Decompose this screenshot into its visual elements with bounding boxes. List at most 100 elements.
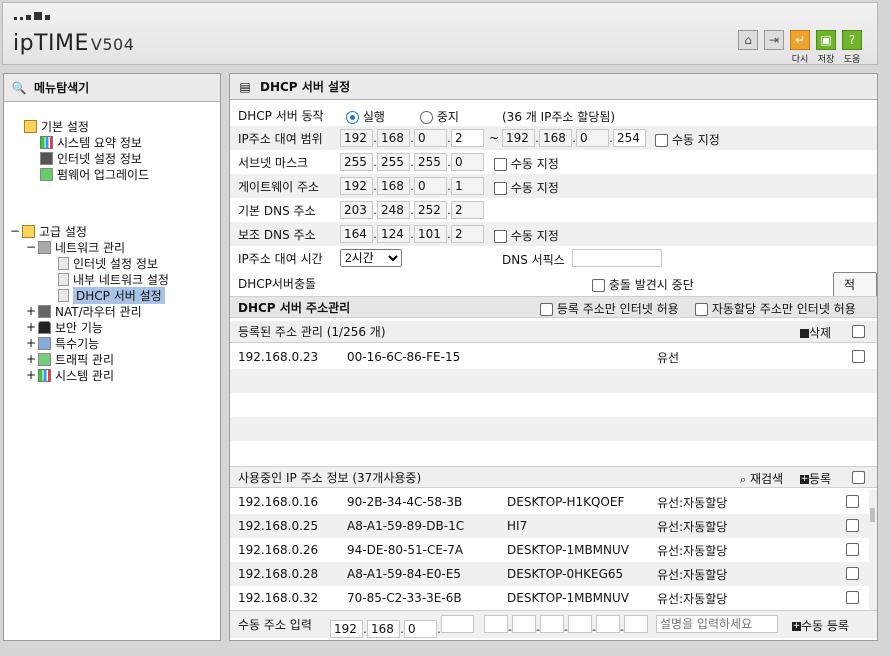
manual-ip-octet3[interactable]: 0 (404, 620, 437, 638)
tree-special-features[interactable]: + 특수기능 (26, 335, 99, 351)
dns1-octet1[interactable]: 203 (340, 201, 373, 219)
delete-button[interactable]: 삭제 (800, 324, 831, 341)
manual-ip-octet2[interactable]: 168 (367, 620, 400, 638)
tree-system-mgmt[interactable]: + 시스템 관리 (26, 367, 114, 383)
tree-internet-info[interactable]: 인터넷 설정 정보 (40, 150, 142, 166)
plus-icon: + (792, 621, 801, 631)
in-use-select-all[interactable] (852, 471, 865, 484)
range-end-octet4[interactable]: 254 (613, 129, 646, 147)
row-checkbox[interactable] (846, 519, 859, 532)
tree-network-mgmt[interactable]: − 네트워크 관리 (26, 239, 125, 255)
expand-icon[interactable]: + (26, 304, 36, 318)
mac-cell: A8-A1-59-89-DB-1C (347, 519, 465, 533)
range-end-octet1[interactable]: 192 (502, 129, 535, 147)
dns2-octet3[interactable]: 101 (414, 225, 447, 243)
tree-basic-settings[interactable]: 기본 설정 (24, 118, 89, 134)
gateway-octet4[interactable]: 1 (451, 177, 484, 195)
dns1-octet3[interactable]: 252 (414, 201, 447, 219)
conflict-stop-checkbox[interactable]: 충돌 발견시 중단 (592, 276, 694, 293)
help-button[interactable]: ? 도움 (841, 30, 863, 65)
subnet-octet3[interactable]: 255 (414, 153, 447, 171)
tree-dhcp-server[interactable]: DHCP 서버 설정 (58, 286, 165, 304)
manual-register-button[interactable]: +수동 등록 (792, 617, 849, 634)
row-checkbox[interactable] (846, 543, 859, 556)
dns-suffix-label: DNS 서픽스 (502, 253, 565, 267)
type-cell: 유선:자동할당 (657, 567, 728, 582)
gateway-octet2[interactable]: 168 (377, 177, 410, 195)
ip-cell: 192.168.0.32 (238, 591, 319, 605)
tree-security[interactable]: + 보안 기능 (26, 319, 103, 335)
table-row[interactable]: 192.168.0.16 90-2B-34-4C-58-3B DESKTOP-H… (230, 490, 877, 514)
logout-button[interactable]: ⇥ (763, 30, 785, 52)
manual-ip-octet1[interactable]: 192 (330, 620, 363, 638)
table-row[interactable]: 192.168.0.25 A8-A1-59-89-DB-1C HI7 유선:자동… (230, 514, 877, 538)
home-button[interactable]: ⌂ (737, 30, 759, 52)
tree-advanced-settings[interactable]: − 고급 설정 (10, 223, 87, 239)
page-icon (58, 272, 69, 286)
stop-radio[interactable]: 중지 (420, 108, 459, 125)
tree-system-summary[interactable]: 시스템 요약 정보 (40, 134, 142, 150)
collapse-icon[interactable]: − (10, 224, 20, 238)
row-checkbox[interactable] (846, 495, 859, 508)
in-use-scrollbar[interactable] (869, 490, 877, 610)
dns2-octet1[interactable]: 164 (340, 225, 373, 243)
range-manual-checkbox[interactable]: 수동 지정 (655, 131, 720, 148)
range-start-octet4[interactable]: 2 (451, 129, 484, 147)
dns2-octet4[interactable]: 2 (451, 225, 484, 243)
range-start-octet2[interactable]: 168 (377, 129, 410, 147)
range-start-octet3[interactable]: 0 (414, 129, 447, 147)
expand-icon[interactable]: + (26, 336, 36, 350)
subnet-manual-checkbox[interactable]: 수동 지정 (494, 155, 559, 172)
range-end-octet3[interactable]: 0 (576, 129, 609, 147)
row-checkbox[interactable] (846, 591, 859, 604)
logout-icon: ⇥ (764, 30, 784, 50)
expand-icon[interactable]: + (26, 368, 36, 382)
subnet-octet2[interactable]: 255 (377, 153, 410, 171)
rescan-button[interactable]: ⌕ 재검색 (740, 470, 783, 487)
table-row[interactable]: 192.168.0.32 70-85-C2-33-3E-6B DESKTOP-1… (230, 586, 877, 610)
dns1-octet2[interactable]: 248 (377, 201, 410, 219)
retry-button[interactable]: ↵ 다시 (789, 30, 811, 65)
ip-cell: 192.168.0.23 (238, 350, 319, 364)
dns2-octet2[interactable]: 124 (377, 225, 410, 243)
subnet-octet1[interactable]: 255 (340, 153, 373, 171)
gateway-manual-checkbox[interactable]: 수동 지정 (494, 179, 559, 196)
subnet-octet4[interactable]: 0 (451, 153, 484, 171)
mac-cell: 00-16-6C-86-FE-15 (347, 350, 461, 364)
dns2-manual-checkbox[interactable]: 수동 지정 (494, 227, 559, 244)
save-button[interactable]: ▣ 저장 (815, 30, 837, 65)
expand-icon[interactable]: + (26, 320, 36, 334)
table-row[interactable]: 192.168.0.28 A8-A1-59-84-E0-E5 DESKTOP-0… (230, 562, 877, 586)
dns1-octet4[interactable]: 2 (451, 201, 484, 219)
description-input[interactable] (656, 615, 778, 633)
range-start-octet1[interactable]: 192 (340, 129, 373, 147)
row-checkbox[interactable] (852, 350, 865, 363)
row-checkbox[interactable] (846, 567, 859, 580)
tree-nat-router[interactable]: + NAT/라우터 관리 (26, 303, 142, 319)
register-button[interactable]: +등록 (800, 470, 831, 487)
network-icon (38, 240, 51, 254)
manual-ip-octet4[interactable] (441, 615, 474, 633)
tree-firmware-upgrade[interactable]: 펌웨어 업그레이드 (40, 166, 149, 182)
name-cell: DESKTOP-1MBMNUV (507, 591, 629, 605)
registered-select-all[interactable] (852, 325, 865, 338)
menu-explorer-title: 🔍 메뉴탐색기 (4, 74, 220, 102)
ip-cell: 192.168.0.26 (238, 543, 319, 557)
gateway-octet1[interactable]: 192 (340, 177, 373, 195)
tree-lan-settings[interactable]: 내부 네트워크 설정 (58, 271, 169, 287)
tree-traffic-mgmt[interactable]: + 트래픽 관리 (26, 351, 114, 367)
gateway-octet3[interactable]: 0 (414, 177, 447, 195)
lock-icon (38, 320, 51, 334)
registered-only-checkbox[interactable]: 등록 주소만 인터넷 허용 (540, 300, 679, 317)
expand-icon[interactable]: + (26, 352, 36, 366)
table-row[interactable]: 192.168.0.26 94-DE-80-51-CE-7A DESKTOP-1… (230, 538, 877, 562)
collapse-icon[interactable]: − (26, 240, 36, 254)
lease-time-select[interactable]: 2시간 (340, 249, 402, 267)
tree-internet-settings[interactable]: 인터넷 설정 정보 (58, 255, 158, 271)
table-row[interactable]: 192.168.0.23 00-16-6C-86-FE-15 유선 (230, 345, 877, 369)
home-icon: ⌂ (738, 30, 758, 50)
dns-suffix-input[interactable] (572, 249, 662, 267)
auto-only-checkbox[interactable]: 자동할당 주소만 인터넷 허용 (695, 300, 856, 317)
range-end-octet2[interactable]: 168 (539, 129, 572, 147)
run-radio[interactable]: 실행 (346, 108, 385, 125)
